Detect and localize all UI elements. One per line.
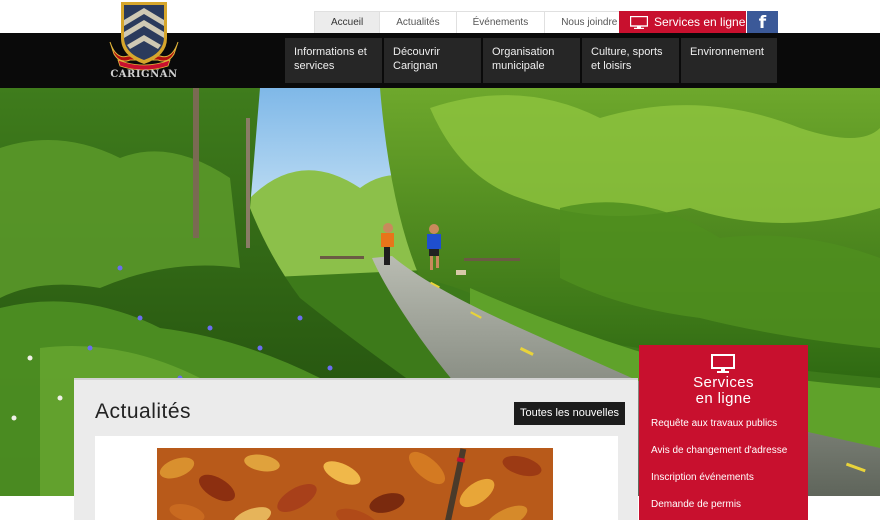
- top-tabs: Accueil Actualités Événements Nous joind…: [314, 11, 635, 33]
- tab-accueil[interactable]: Accueil: [314, 11, 381, 33]
- monitor-icon: [711, 354, 735, 373]
- page: Accueil Actualités Événements Nous joind…: [0, 0, 880, 520]
- online-services-title-line2: en ligne: [695, 390, 752, 407]
- monitor-icon: [630, 15, 648, 29]
- facebook-icon[interactable]: f: [747, 11, 778, 33]
- nav-decouvrir-carignan[interactable]: Découvrir Carignan: [384, 38, 481, 83]
- all-news-button[interactable]: Toutes les nouvelles: [514, 402, 626, 425]
- nav-label-line1: Informations et: [294, 46, 367, 58]
- nav-environnement[interactable]: Environnement: [681, 38, 777, 83]
- nav-label-line1: Organisation: [492, 46, 555, 58]
- nav-label-line1: Environnement: [690, 46, 764, 58]
- logo-wordmark: CARIGNAN: [110, 69, 178, 80]
- nav-label-line2: Carignan: [393, 60, 438, 72]
- news-title: Actualités: [95, 400, 192, 423]
- nav-label-line2: services: [294, 60, 335, 72]
- link-demande-permis[interactable]: Demande de permis: [651, 499, 741, 510]
- nav-label-line2: et loisirs: [591, 60, 632, 72]
- online-services-title: Services en ligne: [639, 375, 808, 407]
- online-services-button[interactable]: Services en ligne: [619, 11, 746, 33]
- nav-informations-services[interactable]: Informations et services: [285, 38, 382, 83]
- nav-culture-sports-loisirs[interactable]: Culture, sports et loisirs: [582, 38, 679, 83]
- nav-label-line1: Découvrir: [393, 46, 441, 58]
- news-card[interactable]: [95, 436, 618, 520]
- news-section: Actualités Toutes les nouvelles: [74, 378, 638, 520]
- nav-organisation-municipale[interactable]: Organisation municipale: [483, 38, 580, 83]
- nav-label-line1: Culture, sports: [591, 46, 663, 58]
- main-nav: Informations et services Découvrir Carig…: [285, 38, 779, 83]
- online-services-panel: Services en ligne Requête aux travaux pu…: [639, 345, 808, 520]
- link-inscription-evenements[interactable]: Inscription événements: [651, 472, 754, 483]
- link-requete-travaux-publics[interactable]: Requête aux travaux publics: [651, 418, 777, 429]
- news-thumbnail[interactable]: [157, 448, 553, 520]
- tab-evenements[interactable]: Événements: [455, 11, 546, 33]
- online-services-label: Services en ligne: [654, 15, 746, 29]
- tab-actualites[interactable]: Actualités: [379, 11, 457, 33]
- link-changement-adresse[interactable]: Avis de changement d'adresse: [651, 445, 787, 456]
- online-services-title-line1: Services: [693, 374, 754, 391]
- nav-label-line2: municipale: [492, 60, 545, 72]
